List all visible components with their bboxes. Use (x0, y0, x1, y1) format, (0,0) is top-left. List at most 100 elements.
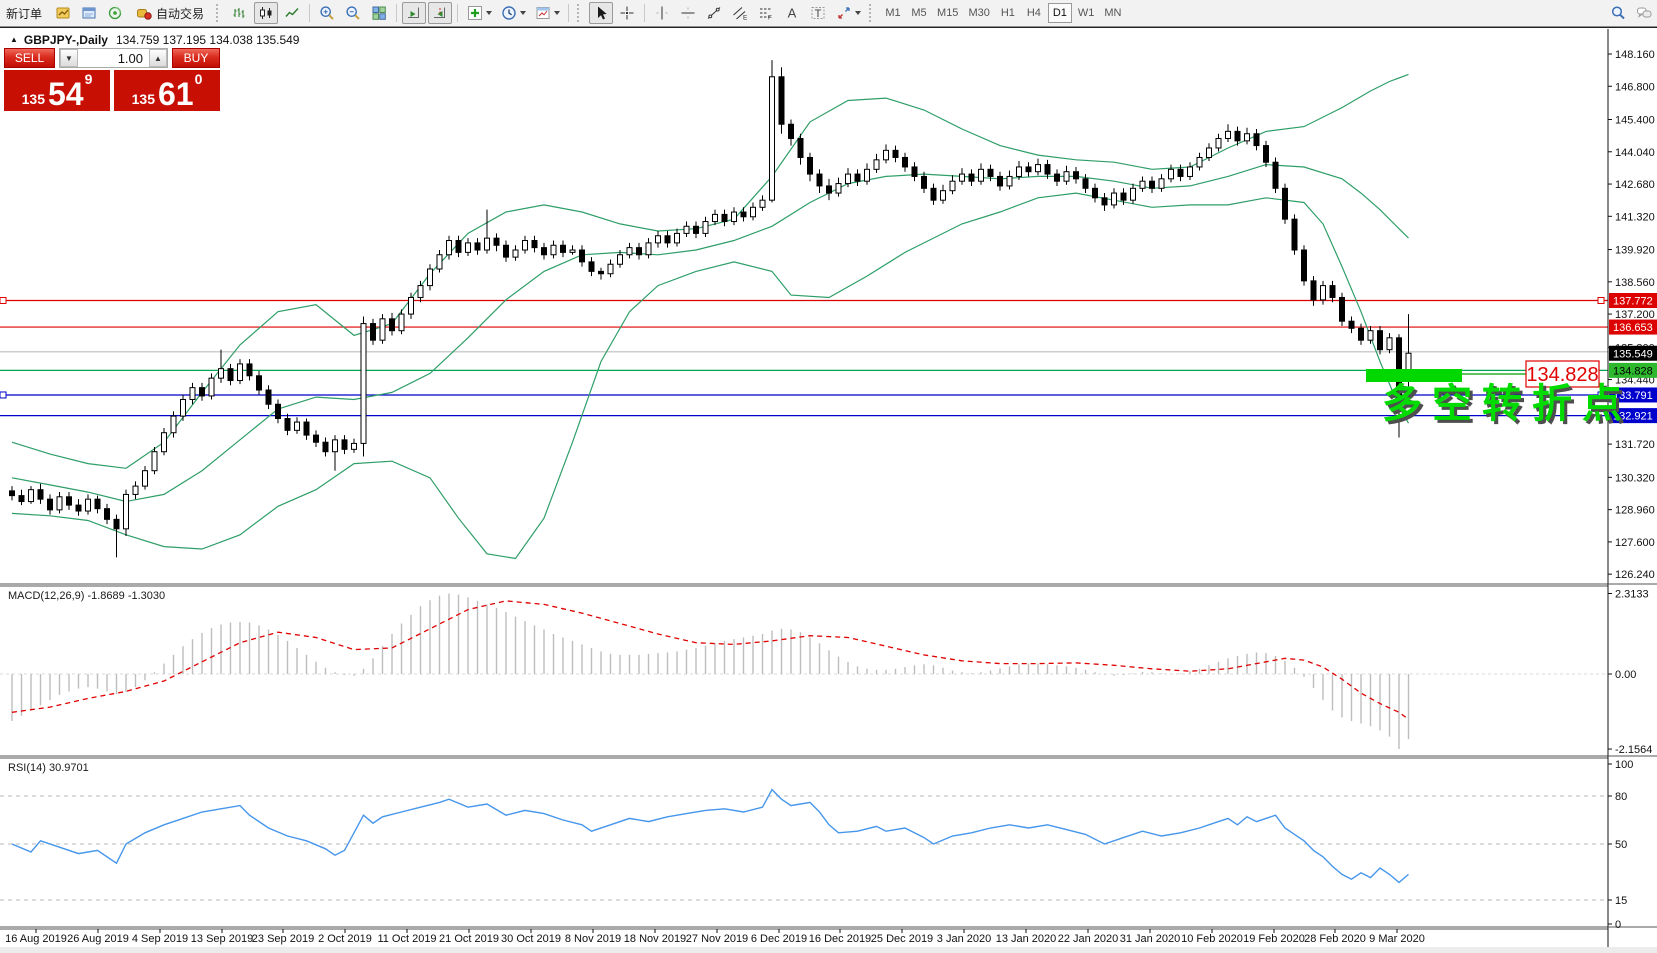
arrows-icon[interactable] (832, 2, 864, 24)
line-chart-icon[interactable] (280, 2, 304, 24)
fibo: F (758, 5, 774, 21)
buy-price-pips: 61 (158, 81, 194, 108)
dropdown-caret-icon[interactable] (855, 11, 861, 15)
price-chart-canvas[interactable]: 134.828148.160146.800145.400144.040142.6… (0, 28, 1657, 953)
svg-text:142.680: 142.680 (1615, 179, 1655, 191)
volume-increase-button[interactable]: ▲ (149, 49, 167, 67)
trendline-icon[interactable] (702, 2, 726, 24)
zoom-out-icon[interactable] (341, 2, 365, 24)
svg-text:141.320: 141.320 (1615, 211, 1655, 223)
svg-text:145.400: 145.400 (1615, 114, 1655, 126)
vertical-line-icon[interactable] (650, 2, 674, 24)
volume-input[interactable] (78, 49, 149, 67)
zoom-in-icon[interactable] (315, 2, 339, 24)
svg-text:8 Nov 2019: 8 Nov 2019 (565, 933, 621, 945)
chat (1636, 5, 1652, 21)
toolbar-grip[interactable] (577, 4, 584, 22)
buy-button[interactable]: BUY (172, 48, 220, 68)
cursor-icon[interactable] (589, 2, 613, 24)
tile (371, 5, 387, 21)
toolbar-grip[interactable] (869, 4, 876, 22)
timeframe-d1[interactable]: D1 (1048, 3, 1072, 23)
timeframe-m30[interactable]: M30 (964, 3, 993, 23)
bar-chart-icon[interactable] (228, 2, 252, 24)
candle (258, 5, 274, 21)
crosshair-icon[interactable] (615, 2, 639, 24)
svg-text:0.00: 0.00 (1615, 669, 1636, 681)
chat-icon[interactable] (1632, 2, 1656, 24)
svg-text:80: 80 (1615, 791, 1627, 803)
sell-price[interactable]: 135 54 9 (4, 70, 110, 111)
svg-text:136.653: 136.653 (1613, 322, 1653, 334)
market-watch-icon[interactable] (51, 2, 75, 24)
line-handle[interactable] (0, 298, 6, 304)
autotrading-button[interactable]: 自动交易 (130, 3, 210, 24)
svg-text:4 Sep 2019: 4 Sep 2019 (132, 933, 188, 945)
auto-scroll-icon[interactable] (402, 2, 426, 24)
candlestick-chart-icon[interactable] (254, 2, 278, 24)
ind (467, 5, 483, 21)
chart-symbol-period: GBPJPY-,Daily (24, 33, 108, 47)
indicators-icon[interactable] (463, 2, 495, 24)
svg-text:13 Jan 2020: 13 Jan 2020 (996, 933, 1057, 945)
dropdown-caret-icon[interactable] (486, 11, 492, 15)
equidistant-channel-icon[interactable]: E (728, 2, 752, 24)
svg-text:144.040: 144.040 (1615, 147, 1655, 159)
svg-text:-2.1564: -2.1564 (1615, 744, 1652, 756)
data-window-icon[interactable] (77, 2, 101, 24)
navigator-icon[interactable] (103, 2, 127, 24)
tmpl (535, 5, 551, 21)
line-handle[interactable] (0, 392, 6, 398)
nav (107, 5, 123, 21)
support-highlight-box[interactable] (1366, 369, 1462, 382)
toolbar-separator (644, 4, 645, 22)
svg-text:16 Aug 2019: 16 Aug 2019 (5, 933, 67, 945)
dropdown-caret-icon[interactable] (520, 11, 526, 15)
one-click-trading-panel: SELL ▼ ▲ BUY 135 54 9 135 61 0 (4, 48, 220, 111)
sell-price-figure: 135 (22, 92, 45, 106)
main-toolbar: 新订单 自动交易 E F AT M1M5M15M30H1H4D1W1MN (0, 0, 1657, 27)
sell-button[interactable]: SELL (4, 48, 55, 68)
collapse-icon[interactable]: ▲ (10, 35, 18, 44)
timeframe-h4[interactable]: H4 (1022, 3, 1046, 23)
volume-decrease-button[interactable]: ▼ (60, 49, 78, 67)
zin (319, 5, 335, 21)
periods-icon[interactable] (497, 2, 529, 24)
horizontal-line-icon[interactable] (676, 2, 700, 24)
text-icon[interactable]: A (780, 2, 804, 24)
svg-text:3 Jan 2020: 3 Jan 2020 (937, 933, 991, 945)
fibonacci-icon[interactable]: F (754, 2, 778, 24)
search-icon[interactable] (1606, 2, 1630, 24)
svg-text:127.600: 127.600 (1615, 537, 1655, 549)
templates-icon[interactable] (531, 2, 563, 24)
svg-text:16 Dec 2019: 16 Dec 2019 (809, 933, 871, 945)
svg-text:F: F (768, 15, 772, 22)
text-label-icon[interactable]: T (806, 2, 830, 24)
svg-text:2 Oct 2019: 2 Oct 2019 (318, 933, 372, 945)
timeframe-m1[interactable]: M1 (881, 3, 905, 23)
svg-text:130.320: 130.320 (1615, 472, 1655, 484)
buy-price[interactable]: 135 61 0 (114, 70, 220, 111)
svg-text:139.920: 139.920 (1615, 245, 1655, 257)
svg-text:126.240: 126.240 (1615, 569, 1655, 581)
timeframe-m15[interactable]: M15 (933, 3, 962, 23)
new-order-button[interactable]: 新订单 (0, 3, 50, 24)
svg-text:13 Sep 2019: 13 Sep 2019 (191, 933, 253, 945)
timeframe-w1[interactable]: W1 (1074, 3, 1099, 23)
chart-window: 134.828148.160146.800145.400144.040142.6… (0, 27, 1657, 953)
svg-text:146.800: 146.800 (1615, 81, 1655, 93)
timeframe-m5[interactable]: M5 (907, 3, 931, 23)
chart-shift-icon[interactable] (428, 2, 452, 24)
chart-title: ▲GBPJPY-,Daily134.759 137.195 134.038 13… (10, 33, 299, 47)
svg-text:26 Aug 2019: 26 Aug 2019 (67, 933, 129, 945)
toolbar-grip[interactable] (216, 4, 223, 22)
search (1610, 5, 1626, 21)
sell-price-pips: 54 (48, 81, 84, 108)
line-handle[interactable] (1598, 298, 1604, 304)
dropdown-caret-icon[interactable] (554, 11, 560, 15)
ttool: T (810, 5, 826, 21)
tile-windows-icon[interactable] (367, 2, 391, 24)
timeframe-h1[interactable]: H1 (996, 3, 1020, 23)
svg-text:2.3133: 2.3133 (1615, 588, 1649, 600)
timeframe-mn[interactable]: MN (1100, 3, 1125, 23)
